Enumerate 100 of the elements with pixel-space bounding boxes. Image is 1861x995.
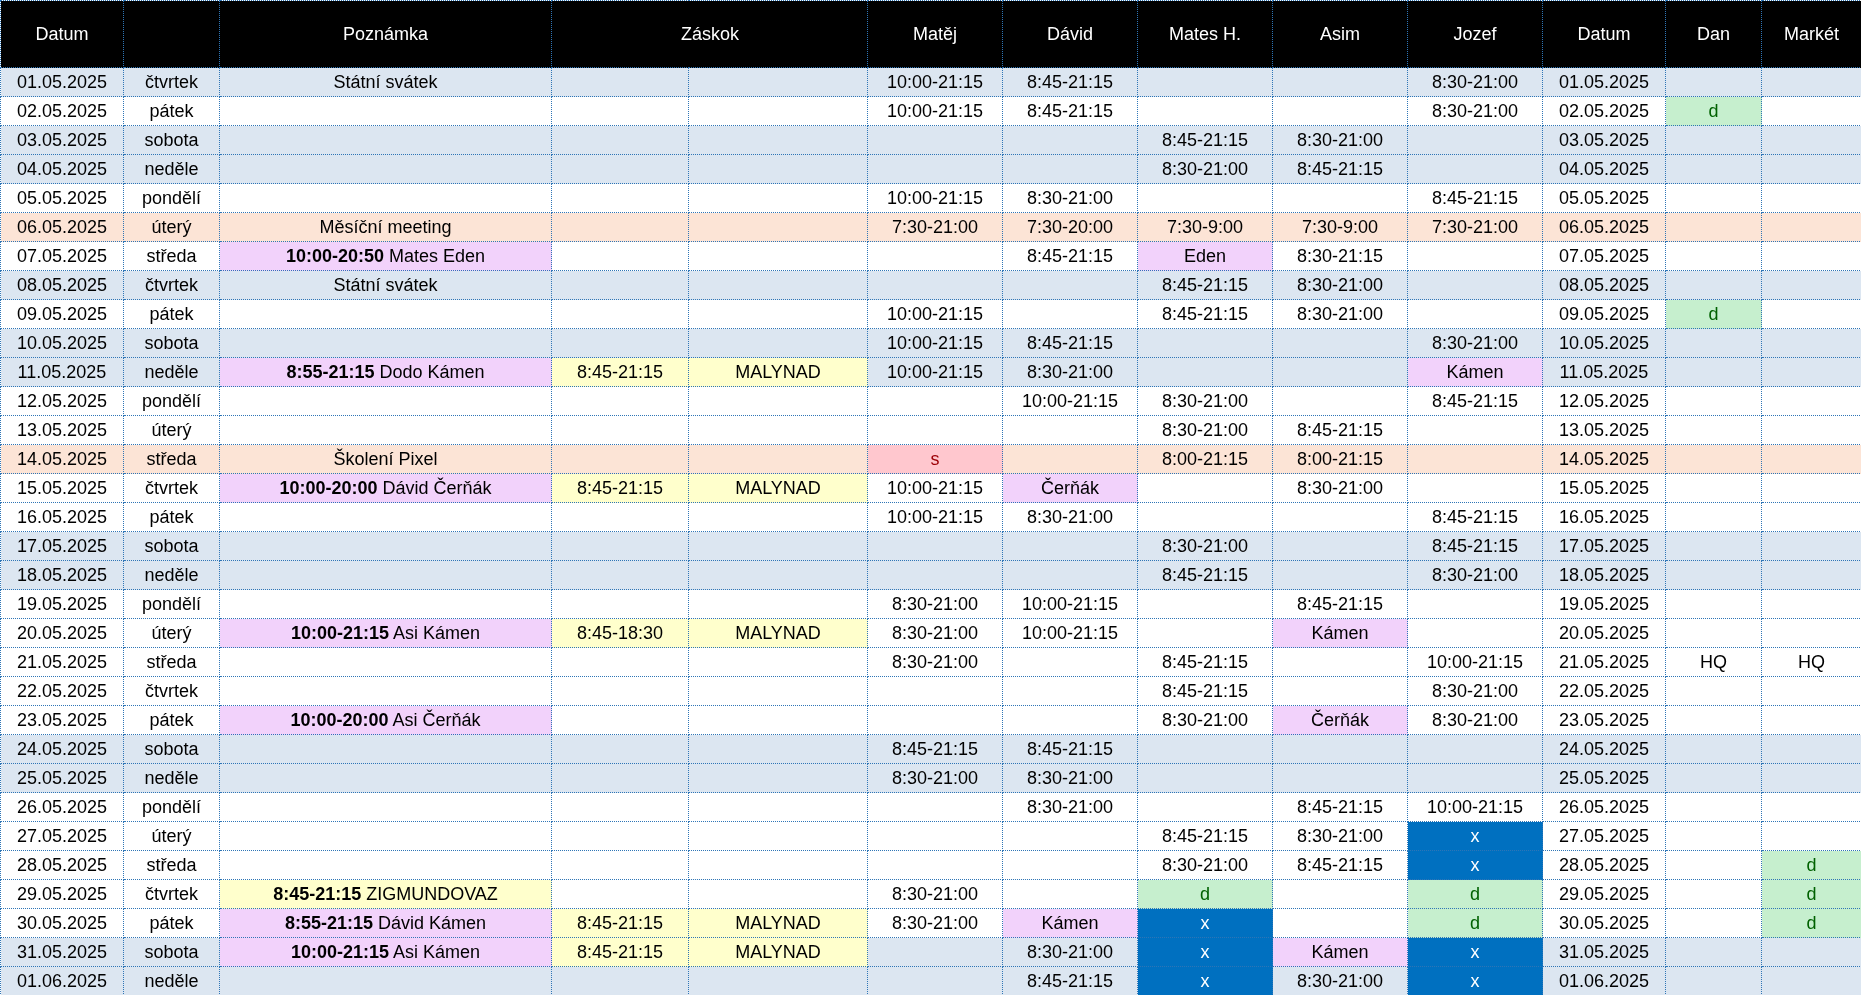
table-cell: 10:00-21:15 (1407, 647, 1543, 677)
table-cell: 23.05.2025 (1542, 705, 1666, 735)
table-cell: 29.05.2025 (1542, 879, 1666, 909)
table-cell: 05.05.2025 (0, 183, 124, 213)
table-cell: 02.05.2025 (1542, 96, 1666, 126)
table-cell: 12.05.2025 (1542, 386, 1666, 416)
table-cell: 8:30-21:00 (1002, 763, 1138, 793)
table-cell: 01.06.2025 (0, 966, 124, 995)
table-cell: 8:30-21:00 (1002, 502, 1138, 532)
table-cell: 10:00-21:15 Asi Kámen (219, 618, 552, 648)
table-cell: d (1761, 850, 1861, 880)
table-cell: pátek (123, 705, 220, 735)
column-header: Matěj (867, 0, 1003, 68)
table-cell: Kámen (1272, 937, 1408, 967)
table-cell: Eden (1137, 241, 1273, 271)
table-cell: středa (123, 444, 220, 474)
table-cell: úterý (123, 415, 220, 445)
table-cell: 10:00-21:15 (867, 299, 1003, 329)
table-cell: 06.05.2025 (1542, 212, 1666, 242)
table-cell: 27.05.2025 (0, 821, 124, 851)
table-cell: 10:00-21:15 (867, 473, 1003, 503)
table-cell: 8:30-21:00 (1407, 705, 1543, 735)
table-cell: 8:30-21:00 (1407, 96, 1543, 126)
table-cell: 03.05.2025 (0, 125, 124, 155)
table-cell: 26.05.2025 (1542, 792, 1666, 822)
table-cell: Státní svátek (219, 67, 552, 97)
table-cell: 8:30-21:00 (867, 618, 1003, 648)
table-cell: sobota (123, 125, 220, 155)
table-cell: 11.05.2025 (0, 357, 124, 387)
table-cell: neděle (123, 560, 220, 590)
table-cell: 18.05.2025 (1542, 560, 1666, 590)
table-cell: 8:45-21:15 (551, 908, 689, 938)
table-cell: středa (123, 850, 220, 880)
table-cell: 10:00-21:15 (1407, 792, 1543, 822)
column-header: Markét (1761, 0, 1861, 68)
table-cell: 12.05.2025 (0, 386, 124, 416)
table-cell: neděle (123, 763, 220, 793)
table-cell: 05.05.2025 (1542, 183, 1666, 213)
table-cell: 8:45-21:15 (551, 937, 689, 967)
table-cell: 8:30-21:00 (1272, 821, 1408, 851)
table-cell: 8:30-21:00 (1002, 183, 1138, 213)
table-cell: 17.05.2025 (1542, 531, 1666, 561)
table-cell: 7:30-21:00 (1407, 212, 1543, 242)
table-cell: 15.05.2025 (1542, 473, 1666, 503)
table-cell: d (1407, 879, 1543, 909)
table-cell: 8:45-21:15 (1002, 241, 1138, 271)
table-cell: 8:55-21:15 Dodo Kámen (219, 357, 552, 387)
table-cell: x (1407, 966, 1543, 995)
table-cell: sobota (123, 328, 220, 358)
table-cell: 10:00-21:15 (1002, 618, 1138, 648)
table-cell: 10:00-20:00 Dávid Čerňák (219, 473, 552, 503)
table-cell: Měsíční meeting (219, 212, 552, 242)
table-cell: 8:45-21:15 (1272, 154, 1408, 184)
table-cell: d (1665, 299, 1762, 329)
table-cell: 24.05.2025 (0, 734, 124, 764)
table-cell: 16.05.2025 (0, 502, 124, 532)
table-cell: 8:45-21:15 (1407, 386, 1543, 416)
table-cell: 10:00-21:15 (867, 357, 1003, 387)
table-cell: úterý (123, 212, 220, 242)
table-cell: 8:30-21:00 (867, 589, 1003, 619)
table-cell: 8:45-21:15 (1272, 589, 1408, 619)
column-header: Poznámka (219, 0, 552, 68)
table-cell: 8:45-21:15 (1002, 67, 1138, 97)
table-cell: 17.05.2025 (0, 531, 124, 561)
table-cell: sobota (123, 734, 220, 764)
table-cell: s (867, 444, 1003, 474)
table-cell: 8:45-21:15 (1002, 96, 1138, 126)
table-cell: 8:45-21:15 (1137, 821, 1273, 851)
table-cell: 8:30-21:00 (1137, 850, 1273, 880)
table-cell: 8:45-21:15 (867, 734, 1003, 764)
table-cell: 15.05.2025 (0, 473, 124, 503)
table-cell: 10:00-21:15 (867, 67, 1003, 97)
table-cell: MALYNAD (688, 937, 868, 967)
table-cell: 22.05.2025 (1542, 676, 1666, 706)
column-header: Dan (1665, 0, 1762, 68)
table-cell: 08.05.2025 (0, 270, 124, 300)
table-cell: úterý (123, 618, 220, 648)
table-cell: d (1761, 879, 1861, 909)
table-cell: čtvrtek (123, 67, 220, 97)
table-cell: 8:30-21:00 (867, 763, 1003, 793)
table-cell: 8:30-21:00 (1137, 154, 1273, 184)
table-cell: 03.05.2025 (1542, 125, 1666, 155)
table-cell: 09.05.2025 (1542, 299, 1666, 329)
table-cell: 8:45-21:15 (1407, 531, 1543, 561)
table-cell: 10:00-21:15 (867, 96, 1003, 126)
table-cell: 8:45-21:15 (1137, 676, 1273, 706)
table-cell: 8:45-21:15 (1137, 299, 1273, 329)
table-cell: čtvrtek (123, 879, 220, 909)
table-cell: 25.05.2025 (0, 763, 124, 793)
table-cell: 31.05.2025 (0, 937, 124, 967)
table-cell: 23.05.2025 (0, 705, 124, 735)
table-cell: 06.05.2025 (0, 212, 124, 242)
table-cell: sobota (123, 937, 220, 967)
table-cell: x (1407, 937, 1543, 967)
table-cell: Čerňák (1002, 473, 1138, 503)
table-cell: 8:30-21:00 (1407, 560, 1543, 590)
table-cell: 14.05.2025 (0, 444, 124, 474)
table-cell: 8:45-21:15 (1407, 502, 1543, 532)
table-cell: 8:30-21:00 (1272, 299, 1408, 329)
table-cell: 18.05.2025 (0, 560, 124, 590)
